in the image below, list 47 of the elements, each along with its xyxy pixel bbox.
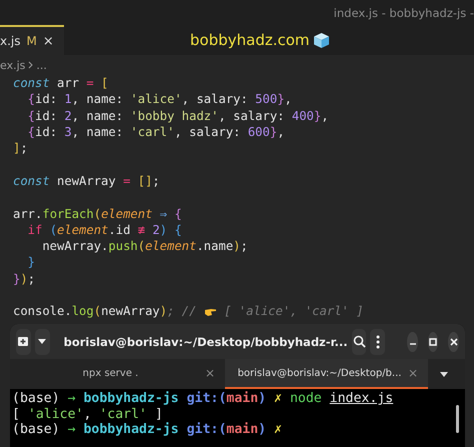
cube-icon [312, 32, 330, 48]
code-line: {id: 3, name: 'carl', salary: 600}, [26, 125, 285, 140]
tab-label: npx serve . [82, 368, 138, 379]
code-line: arr.forEach(element ⇒ { [13, 206, 182, 221]
code-line: } [26, 255, 36, 270]
terminal-line: [ 'alice', 'carl' ] [12, 406, 163, 422]
close-button[interactable]: × [204, 366, 215, 380]
dropdown-button[interactable] [34, 328, 50, 355]
close-button[interactable] [448, 332, 459, 352]
maximize-icon [429, 338, 438, 346]
terminal-line: (base) → bobbyhadz-js git:(main) ✗ node index.js [12, 391, 394, 406]
search-icon [352, 335, 366, 348]
search-button[interactable] [352, 328, 366, 355]
add-tab-icon [17, 336, 30, 348]
close-button[interactable]: × [408, 366, 418, 380]
scrollbar[interactable] [456, 405, 459, 434]
code-line: }); [13, 272, 36, 286]
code-line: [ 'alice', 'carl' ] [223, 304, 364, 318]
caret-icon [38, 339, 46, 344]
site-name: bobbyhadz.com [190, 31, 310, 49]
code-line: ]; [13, 141, 28, 156]
code-line: newArray.push(element.name); [41, 239, 248, 254]
terminal-line: (base) → bobbyhadz-js git:(main) ✗ [12, 422, 282, 438]
breadcrumb-item[interactable]: ... [36, 58, 47, 72]
minimize-button[interactable] [407, 332, 418, 352]
close-button[interactable]: × [42, 34, 54, 48]
menu-button[interactable] [370, 328, 386, 355]
chevron-icon [28, 61, 34, 69]
close-icon [450, 338, 458, 346]
caret-icon[interactable] [440, 372, 448, 377]
editor-tab[interactable]: x.js M × [0, 25, 64, 55]
code-line: const newArray = []; [13, 174, 160, 188]
code-line: if (element.id ≢ 2) { [26, 222, 182, 237]
tab-label: borislav@borislav:~/Desktop/b... [238, 368, 402, 379]
code-line: {id: 2, name: 'bobby hadz', salary: 400}, [26, 108, 329, 123]
terminal-tab[interactable]: borislav@borislav:~/Desktop/b... × [225, 359, 428, 390]
terminal-title: borislav@borislav:~/Desktop/bobbyhadz-r... [62, 334, 348, 349]
new-tab-button[interactable] [16, 328, 31, 355]
code-line: const arr = [ [13, 76, 108, 90]
window-title: index.js - bobbyhadz-js - [334, 6, 474, 20]
menu-icon [376, 334, 380, 349]
breadcrumb-item[interactable]: ex.js [0, 58, 26, 72]
code-line: console.log(newArray); // [13, 304, 198, 318]
maximize-button[interactable] [428, 332, 438, 352]
modified-status: M [26, 34, 37, 48]
terminal-tab[interactable]: npx serve . × [10, 359, 225, 390]
code-line: {id: 1, name: 'alice', salary: 500}, [26, 92, 292, 106]
